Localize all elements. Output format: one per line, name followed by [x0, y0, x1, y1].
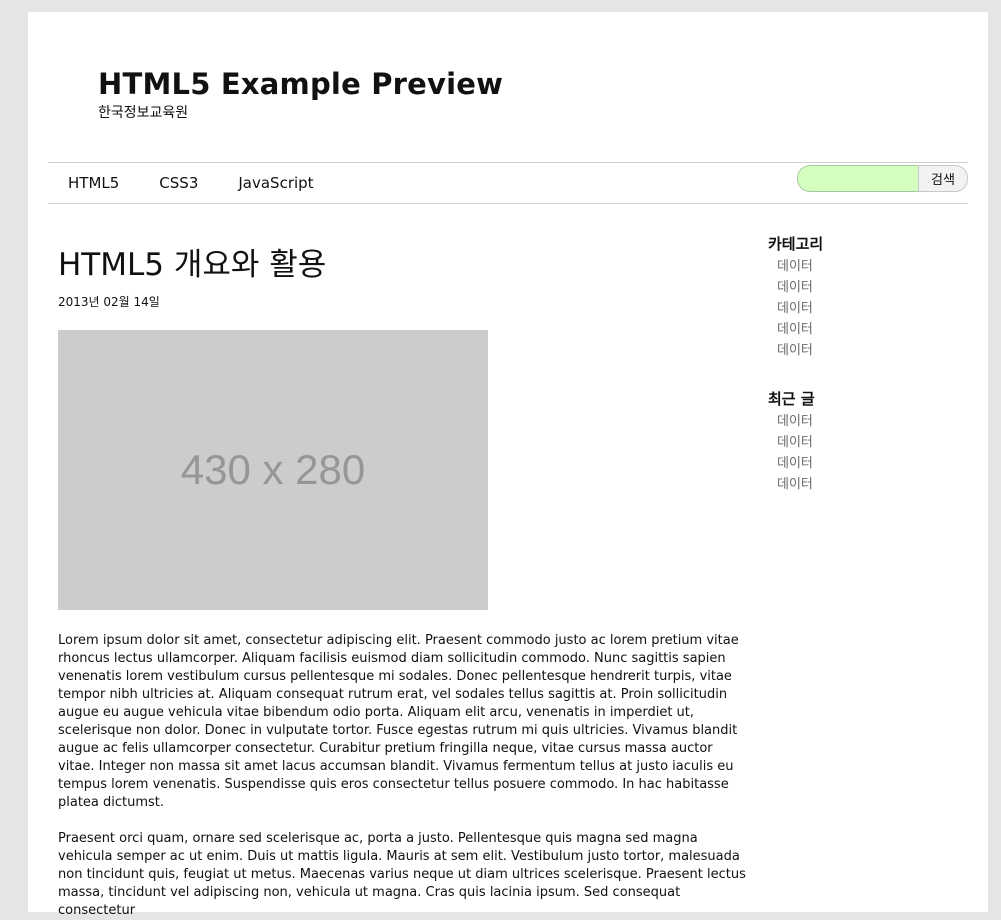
article-date: 2013년 02월 14일	[58, 295, 160, 309]
category-item[interactable]: 데이터	[777, 340, 968, 361]
article-paragraph: Praesent orci quam, ornare sed scelerisq…	[58, 831, 746, 918]
search-input[interactable]	[797, 165, 918, 192]
sidebar-section-category: 카테고리 데이터 데이터 데이터 데이터 데이터	[768, 234, 968, 361]
article: HTML5 개요와 활용 2013년 02월 14일 430 x 280 Lor…	[58, 244, 748, 920]
site-header: HTML5 Example Preview 한국정보교육원	[98, 64, 503, 122]
recent-post-item[interactable]: 데이터	[777, 432, 968, 453]
category-item[interactable]: 데이터	[777, 256, 968, 277]
category-item[interactable]: 데이터	[777, 298, 968, 319]
site-subtitle: 한국정보교육원	[98, 105, 189, 121]
sidebar-heading-recent: 최근 글	[768, 390, 815, 408]
recent-posts-list: 데이터 데이터 데이터 데이터	[768, 411, 968, 495]
recent-post-item[interactable]: 데이터	[777, 411, 968, 432]
page-container: HTML5 Example Preview 한국정보교육원 HTML5 CSS3…	[28, 12, 988, 918]
site-title: HTML5 Example Preview	[98, 67, 504, 101]
category-item[interactable]: 데이터	[777, 319, 968, 340]
nav-item-html5[interactable]: HTML5	[48, 174, 139, 192]
category-list: 데이터 데이터 데이터 데이터 데이터	[768, 256, 968, 361]
category-item[interactable]: 데이터	[777, 277, 968, 298]
nav-item-css3[interactable]: CSS3	[139, 174, 218, 192]
sidebar-section-recent: 최근 글 데이터 데이터 데이터 데이터	[768, 389, 968, 495]
sidebar: 카테고리 데이터 데이터 데이터 데이터 데이터 최근 글 데이터 데이터 데이…	[768, 234, 968, 523]
recent-post-item[interactable]: 데이터	[777, 453, 968, 474]
recent-post-item[interactable]: 데이터	[777, 474, 968, 495]
search-button[interactable]: 검색	[918, 165, 968, 192]
search-form: 검색	[797, 165, 968, 192]
article-title: HTML5 개요와 활용	[58, 247, 327, 283]
main-nav: HTML5 CSS3 JavaScript 검색	[48, 162, 968, 204]
article-image-placeholder: 430 x 280	[58, 330, 488, 610]
article-paragraph: Lorem ipsum dolor sit amet, consectetur …	[58, 633, 739, 810]
sidebar-heading-category: 카테고리	[768, 235, 824, 253]
nav-item-javascript[interactable]: JavaScript	[218, 174, 333, 192]
